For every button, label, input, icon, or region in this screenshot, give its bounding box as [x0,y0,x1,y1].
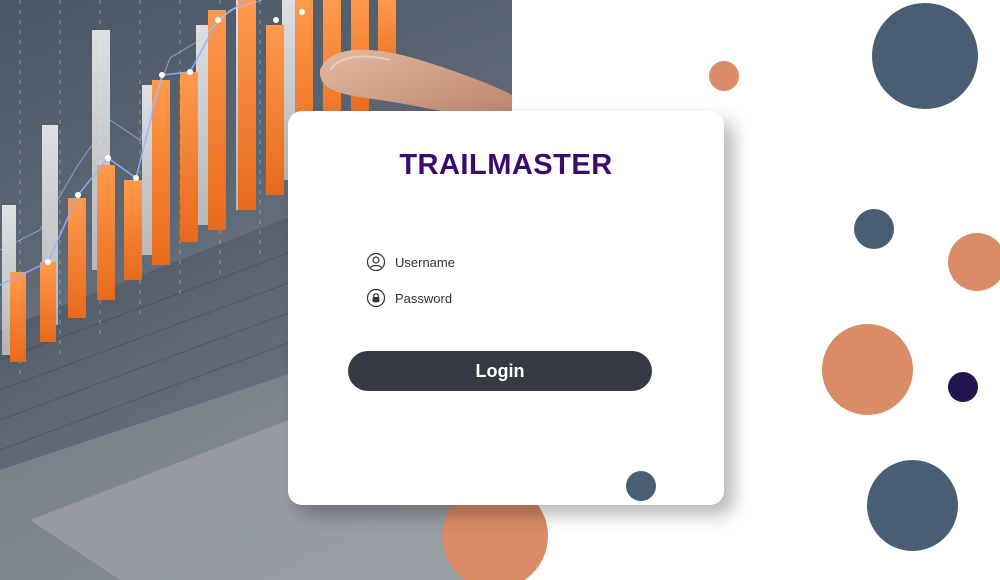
lock-circle-icon [366,288,386,308]
decor-circle [626,471,656,501]
username-label: Username [395,254,455,270]
user-circle-icon [366,252,386,272]
login-page: TRAILMASTER Username Password Login [0,0,1000,580]
decor-circle [822,324,913,415]
decor-circle [709,61,739,91]
password-label: Password [395,290,453,306]
brand-logo: TRAILMASTER [399,149,613,181]
decor-circle [872,3,978,109]
login-card: TRAILMASTER Username Password Login [288,111,724,505]
decor-circle [854,209,894,249]
decor-circle [948,372,978,402]
decor-circle [948,233,1000,291]
password-field[interactable]: Password [366,287,452,309]
login-button[interactable]: Login [348,351,652,391]
decor-circle [867,460,958,551]
username-field[interactable]: Username [366,251,455,273]
